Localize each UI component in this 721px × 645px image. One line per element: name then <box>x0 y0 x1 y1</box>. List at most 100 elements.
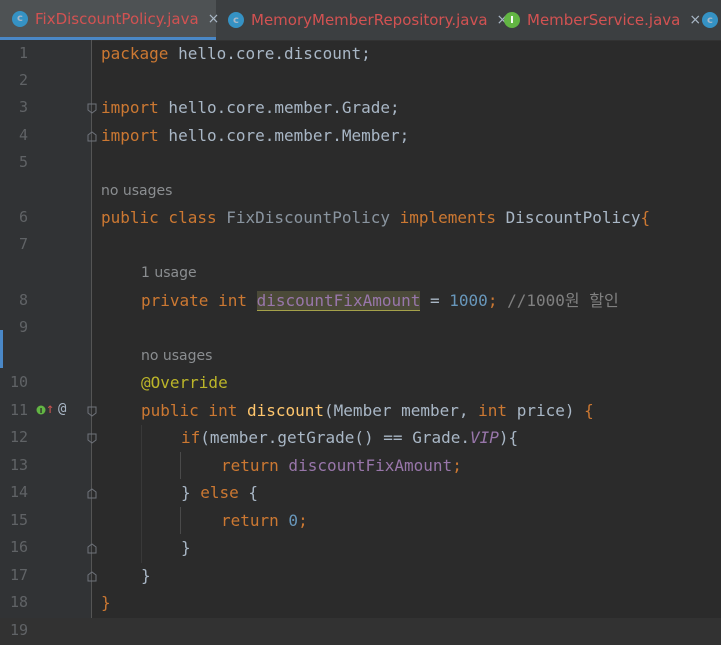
line-number: 16 <box>9 538 28 556</box>
brace: ){ <box>498 428 519 447</box>
keyword: int <box>478 401 508 420</box>
import-path: hello.core.member.Member; <box>158 126 410 145</box>
code-line-18[interactable]: } <box>101 589 111 616</box>
keyword: return <box>221 456 279 475</box>
method-name: discount <box>237 401 325 420</box>
line-number: 1 <box>18 44 28 62</box>
tab-fixdiscountpolicy[interactable]: c FixDiscountPolicy.java × <box>0 0 219 40</box>
fold-icon[interactable] <box>87 488 97 499</box>
usages-hint[interactable]: 1 usage <box>141 261 197 285</box>
keyword: package <box>101 44 169 63</box>
fold-icon[interactable] <box>87 103 97 114</box>
brace: } <box>101 593 111 612</box>
keyword: import <box>101 98 159 117</box>
fold-icon[interactable] <box>87 433 97 444</box>
keyword: public class <box>101 208 217 227</box>
line-number: 4 <box>18 126 28 144</box>
code-line-17[interactable]: } <box>141 562 151 589</box>
number-literal: 1000 <box>449 291 488 310</box>
code-line-3[interactable]: import hello.core.member.Grade; <box>101 94 400 121</box>
indent-guide <box>180 507 181 534</box>
tab-label: MemoryMemberRepository.java <box>251 11 488 29</box>
line-number: 2 <box>18 71 28 89</box>
indent-guide <box>180 452 181 479</box>
tab-memorymemberrepository[interactable]: c MemoryMemberRepository.java × <box>222 0 508 40</box>
line-number: 9 <box>18 318 28 336</box>
arrow-up-icon[interactable]: ↑ <box>46 401 54 417</box>
fold-icon[interactable] <box>87 571 97 582</box>
brace: { <box>584 401 594 420</box>
tab-label: FixDiscountPolicy.java <box>35 9 199 28</box>
semicolon: ; <box>487 291 508 310</box>
class-icon: c <box>702 12 718 28</box>
annotation: @Override <box>141 373 228 392</box>
brace: } <box>141 566 151 585</box>
code-line-16[interactable]: } <box>181 534 191 561</box>
code-line-4[interactable]: import hello.core.member.Member; <box>101 122 409 149</box>
line-number: 13 <box>9 456 28 474</box>
line-number: 19 <box>9 621 28 639</box>
code-line-14[interactable]: } else { <box>181 479 258 506</box>
svg-text:I: I <box>40 407 43 415</box>
operator: = <box>420 291 450 310</box>
number-literal: 0 <box>278 511 299 530</box>
line-number: 6 <box>18 208 28 226</box>
keyword: import <box>101 126 159 145</box>
parameters: price) <box>507 401 585 420</box>
line-number: 18 <box>9 593 28 611</box>
implements-method-icon[interactable]: I <box>36 403 46 419</box>
import-path: hello.core.member.Grade; <box>158 98 400 117</box>
code-line-6[interactable]: public class FixDiscountPolicy implement… <box>101 204 650 231</box>
keyword: else <box>200 483 239 502</box>
line-number: 3 <box>18 98 28 116</box>
field-name: discountFixAmount <box>278 456 453 475</box>
line-number: 11 <box>9 401 28 419</box>
interface-icon: I <box>504 12 520 28</box>
enum-constant: VIP <box>469 428 499 447</box>
line-number: 15 <box>9 511 28 529</box>
line-number: 5 <box>18 153 28 171</box>
current-line-highlight <box>0 618 721 645</box>
usages-hint[interactable]: no usages <box>101 179 172 203</box>
parameters: (Member member, <box>324 401 479 420</box>
semicolon: ; <box>452 456 462 475</box>
line-number: 12 <box>9 428 28 446</box>
code-line-8[interactable]: private int discountFixAmount = 1000; //… <box>141 287 619 314</box>
line-number: 10 <box>9 373 28 391</box>
keyword: return <box>221 511 279 530</box>
code-line-12[interactable]: if(member.getGrade() == Grade.VIP){ <box>181 424 518 451</box>
code-line-15[interactable]: return 0; <box>221 507 308 534</box>
tab-overflow[interactable]: c <box>700 0 721 40</box>
code-line-10[interactable]: @Override <box>141 369 228 396</box>
editor-tab-bar: c FixDiscountPolicy.java × c MemoryMembe… <box>0 0 721 41</box>
close-icon[interactable]: × <box>208 11 220 27</box>
brace: { <box>640 208 651 227</box>
line-number: 7 <box>18 235 28 253</box>
field-name: discountFixAmount <box>256 291 421 311</box>
code-line-13[interactable]: return discountFixAmount; <box>221 452 462 479</box>
usages-hint[interactable]: no usages <box>141 344 212 368</box>
interface-name: DiscountPolicy <box>495 208 641 227</box>
code-line-1[interactable]: package hello.core.discount; <box>101 40 371 67</box>
package-name: hello.core.discount; <box>168 44 371 63</box>
code-line-11[interactable]: public int discount(Member member, int p… <box>141 397 594 424</box>
class-icon: c <box>228 12 244 28</box>
line-number: 14 <box>9 483 28 501</box>
fold-icon[interactable] <box>87 406 97 417</box>
keyword: implements <box>399 208 496 227</box>
brace: } <box>181 483 201 502</box>
keyword: public int <box>141 401 238 420</box>
brace: } <box>181 538 191 557</box>
keyword: if <box>181 428 201 447</box>
annotation-icon[interactable]: @ <box>58 401 66 417</box>
fold-icon[interactable] <box>87 131 97 142</box>
brace: { <box>238 483 259 502</box>
tab-label: MemberService.java <box>527 11 681 29</box>
indent-guide <box>141 425 142 563</box>
tab-memberservice[interactable]: I MemberService.java × <box>498 0 701 40</box>
class-icon: c <box>12 10 28 27</box>
class-name: FixDiscountPolicy <box>216 208 400 227</box>
line-number: 17 <box>9 566 28 584</box>
condition: (member.getGrade() == Grade. <box>200 428 470 447</box>
fold-icon[interactable] <box>87 543 97 554</box>
